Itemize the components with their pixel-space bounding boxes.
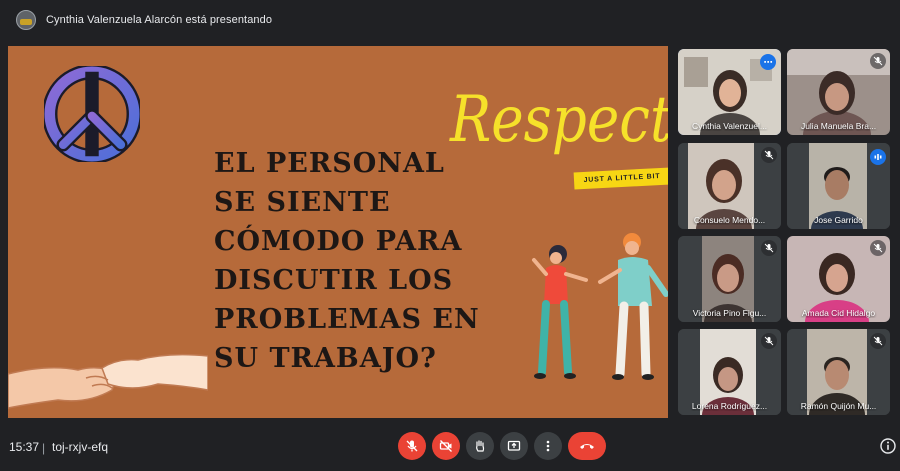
more-vert-icon (546, 440, 550, 452)
people-talking-illustration (532, 233, 668, 380)
participant-tile[interactable]: ⋯ Cynthia Valenzuel... (678, 49, 781, 135)
speaking-indicator-icon (870, 149, 886, 165)
question-line: PROBLEMAS EN (214, 304, 480, 335)
mic-muted-icon (870, 333, 886, 349)
meeting-code: toj-rxjv-efq (52, 440, 109, 454)
more-options-icon[interactable]: ⋯ (760, 54, 776, 70)
mic-muted-icon (870, 53, 886, 69)
participant-tile[interactable]: Consuelo Mendo... (678, 143, 781, 229)
participant-tile[interactable]: Lorena Rodríguez... (678, 329, 781, 415)
participant-tile[interactable]: Ramón Quijón Mu... (787, 329, 890, 415)
respect-text: Respect (449, 83, 668, 157)
participant-name: Amada Cid Hidalgo (801, 308, 876, 318)
question-line: DISCUTIR LOS (214, 265, 454, 296)
participant-tile[interactable]: Jose Garrido (787, 143, 890, 229)
peace-sign-icon (44, 66, 140, 162)
meeting-clock: 15:37 (9, 440, 40, 454)
microphone-off-button[interactable] (398, 432, 426, 460)
participant-tile[interactable]: Julia Manuela Bra... (787, 49, 890, 135)
question-line: CÓMODO PARA (214, 226, 463, 257)
participant-tile[interactable]: Victoria Pino Figu... (678, 236, 781, 322)
presenter-avatar (16, 10, 36, 30)
hand-icon (476, 440, 485, 452)
meeting-details-icon[interactable] (880, 438, 896, 454)
presenting-text: Cynthia Valenzuela Alarcón está presenta… (46, 14, 273, 26)
participant-name: Jose Garrido (814, 215, 863, 225)
mic-muted-icon (761, 333, 777, 349)
presentation-slide: EL PERSONAL SE SIENTE CÓMODO PARA DISCUT… (8, 46, 668, 418)
present-icon (507, 440, 521, 451)
question-line: SE SIENTE (214, 187, 391, 218)
participant-name: Ramón Quijón Mu... (800, 401, 877, 411)
mic-muted-icon (761, 240, 777, 256)
tagline-text: JUST A LITTLE BIT (583, 172, 661, 185)
raise-hand-button[interactable] (466, 432, 494, 460)
participant-name: Lorena Rodríguez... (691, 401, 768, 411)
leave-call-button[interactable] (568, 432, 606, 460)
participant-name: Victoria Pino Figu... (692, 308, 767, 318)
presenting-banner: Cynthia Valenzuela Alarcón está presenta… (0, 0, 900, 40)
camera-off-button[interactable] (432, 432, 460, 460)
participant-name: Julia Manuela Bra... (800, 121, 877, 131)
handshake-illustration (8, 353, 208, 409)
participant-name: Consuelo Mendo... (693, 215, 766, 225)
participant-name: Cynthia Valenzuel... (692, 121, 767, 131)
mic-muted-icon (761, 147, 777, 163)
tagline-banner: JUST A LITTLE BIT (573, 167, 668, 190)
phone-hangup-icon (580, 444, 594, 449)
meeting-controls-bar: 15:37 | toj-rxjv-efq (0, 424, 900, 471)
mic-off-icon (406, 440, 418, 452)
footer-separator: | (42, 441, 46, 455)
question-line: SU TRABAJO? (214, 343, 437, 374)
participant-tile[interactable]: Amada Cid Hidalgo (787, 236, 890, 322)
mic-muted-icon (870, 240, 886, 256)
video-off-icon (439, 440, 452, 452)
respect-headline: Respect (449, 83, 668, 157)
more-options-button[interactable] (534, 432, 562, 460)
present-now-button[interactable] (500, 432, 528, 460)
